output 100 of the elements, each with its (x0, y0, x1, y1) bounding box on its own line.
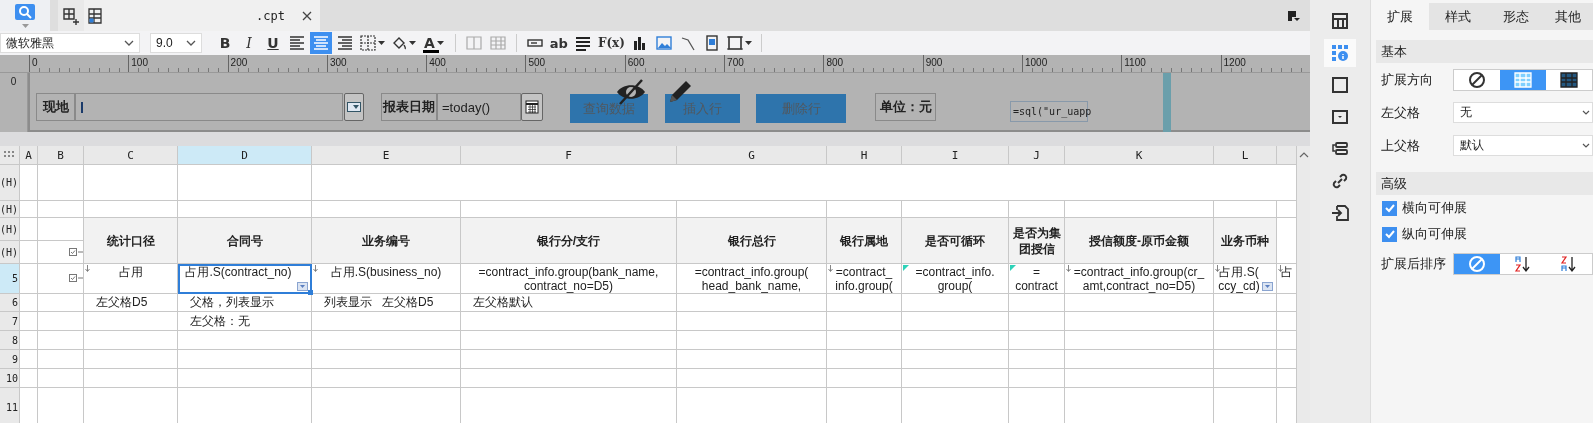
table-cell[interactable] (1214, 294, 1277, 312)
dropdown-button[interactable] (344, 93, 364, 121)
row-header[interactable]: (H) (0, 201, 20, 218)
file-tab[interactable]: .cpt (84, 0, 320, 31)
table-cell[interactable] (84, 350, 178, 369)
table-cell[interactable] (178, 350, 312, 369)
table-cell[interactable] (20, 331, 38, 350)
column-header[interactable]: E (312, 146, 461, 165)
table-cell[interactable] (20, 264, 38, 294)
table-cell[interactable] (20, 294, 38, 312)
table-cell[interactable] (902, 331, 1009, 350)
toolbar-button[interactable]: B (214, 32, 236, 54)
table-cell[interactable] (677, 369, 827, 388)
table-cell[interactable] (20, 369, 38, 388)
table-cell[interactable] (38, 241, 84, 264)
table-cell[interactable] (38, 369, 84, 388)
table-cell[interactable] (1214, 331, 1277, 350)
search-icon[interactable] (15, 3, 35, 20)
cell-info-icon[interactable] (1324, 39, 1356, 67)
tab[interactable]: 形态 (1487, 3, 1545, 30)
dropdown[interactable]: 无 (1453, 102, 1593, 123)
toolbar-button[interactable]: I (238, 32, 260, 54)
table-cell[interactable] (178, 369, 312, 388)
checkbox-minus-icon[interactable] (69, 274, 83, 283)
table-cell[interactable] (1009, 350, 1065, 369)
header-cell[interactable]: 业务编号 (312, 218, 461, 264)
table-cell[interactable] (20, 165, 38, 201)
header-cell[interactable]: 统计口径 (84, 218, 178, 264)
toolbar-button[interactable] (358, 32, 387, 54)
table-cell[interactable] (38, 165, 84, 201)
tab[interactable]: 扩展 (1371, 3, 1429, 30)
table-cell[interactable] (1214, 312, 1277, 331)
table-cell[interactable] (38, 264, 84, 294)
table-cell[interactable] (312, 331, 461, 350)
table-cell[interactable] (1065, 312, 1214, 331)
checkbox-minus-icon[interactable] (69, 247, 83, 257)
table-cell[interactable] (1009, 331, 1065, 350)
table-cell[interactable] (20, 350, 38, 369)
header-cell[interactable]: 业务币种 (1214, 218, 1277, 264)
table-cell[interactable] (827, 312, 902, 331)
column-header[interactable]: C (84, 146, 178, 165)
table-cell[interactable] (902, 294, 1009, 312)
table-cell[interactable] (38, 294, 84, 312)
table-cell[interactable]: =contract_info.group(bank_name, contract_no=D5) (461, 264, 677, 294)
table-cell[interactable] (902, 350, 1009, 369)
table-cell[interactable] (1214, 350, 1277, 369)
column-header[interactable]: D (178, 146, 312, 165)
table-cell[interactable] (827, 331, 902, 350)
section-header[interactable]: 高级 (1376, 172, 1593, 195)
caret-icon[interactable] (409, 41, 416, 45)
column-header[interactable]: J (1009, 146, 1065, 165)
column-header[interactable]: L (1214, 146, 1277, 165)
segmented-control[interactable] (1453, 68, 1593, 91)
table-cell[interactable] (827, 350, 902, 369)
table-cell[interactable] (827, 294, 902, 312)
table-cell[interactable] (1065, 369, 1214, 388)
caret-icon[interactable] (436, 41, 444, 45)
table-cell[interactable] (1009, 312, 1065, 331)
table-cell[interactable]: =contract_info.group( head_bank_name, (677, 264, 827, 294)
table-cell[interactable]: 占用.S( ccy_cd) (1214, 264, 1277, 294)
table-cell[interactable]: 列表显示 左父格D5 (312, 294, 461, 312)
table-cell[interactable]: = contract (1009, 264, 1065, 294)
row-header[interactable]: 5 (0, 264, 20, 294)
table-cell[interactable] (38, 201, 84, 218)
table-cell[interactable] (461, 350, 677, 369)
row-header[interactable]: 8 (0, 331, 20, 350)
table-cell[interactable]: 左父格D5 (84, 294, 178, 312)
table-cell[interactable] (461, 369, 677, 388)
table-cell[interactable]: 左父格：无 (178, 312, 312, 331)
input-field[interactable]: =today() (437, 93, 521, 121)
scroll-handle[interactable] (1163, 73, 1171, 132)
caret-icon[interactable] (744, 41, 752, 45)
font-color-button[interactable]: A (420, 32, 448, 54)
table-cell[interactable] (20, 218, 38, 241)
table-cell[interactable] (827, 369, 902, 388)
paint-bucket-icon[interactable] (391, 35, 407, 51)
row-header[interactable]: 6 (0, 294, 20, 312)
table-cell[interactable] (84, 369, 178, 388)
table-cell[interactable] (38, 331, 84, 350)
table-cell[interactable] (677, 331, 827, 350)
table-cell[interactable] (312, 350, 461, 369)
table-cell[interactable] (312, 369, 461, 388)
column-header[interactable]: I (902, 146, 1009, 165)
table-cell[interactable] (677, 294, 827, 312)
dropdown[interactable]: 默认 (1453, 135, 1593, 156)
column-header[interactable]: H (827, 146, 902, 165)
table-cell[interactable] (20, 201, 38, 218)
table-cell[interactable]: 占用 (84, 264, 178, 294)
table-cell[interactable] (902, 369, 1009, 388)
header-cell[interactable]: 银行属地 (827, 218, 902, 264)
table-cell[interactable]: =contract_ info.group( (827, 264, 902, 294)
table-cell[interactable] (902, 312, 1009, 331)
header-cell[interactable]: 授信额度-原币金额 (1065, 218, 1214, 264)
toolbar-button[interactable]: U (262, 32, 284, 54)
header-cell[interactable]: 是否可循环 (902, 218, 1009, 264)
header-cell[interactable]: 银行分/支行 (461, 218, 677, 264)
table-cell[interactable] (1065, 331, 1214, 350)
row-header[interactable]: (H) (0, 218, 20, 241)
table-cell[interactable] (38, 350, 84, 369)
table-cell[interactable]: 父格，列表显示 (178, 294, 312, 312)
